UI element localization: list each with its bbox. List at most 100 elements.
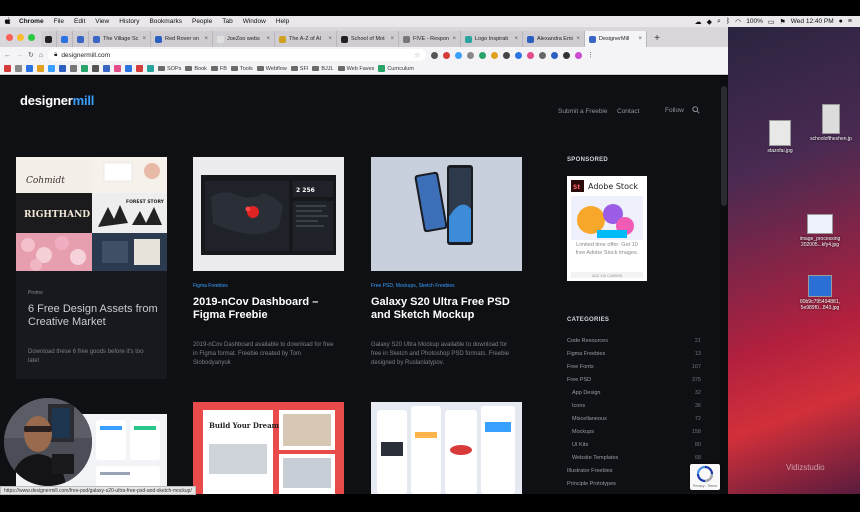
address-url[interactable]: designermill.com <box>61 52 110 59</box>
category-row[interactable]: Figma Freebies 13 <box>567 351 701 357</box>
tab-close-icon[interactable]: × <box>514 36 518 42</box>
site-logo[interactable]: designermill <box>20 93 94 108</box>
extension-icon[interactable] <box>443 51 451 59</box>
post-card-promo[interactable]: Cohmidt RIGHTHAND FOREST STORY Promo 6 F… <box>16 157 167 379</box>
post-thumbnail[interactable] <box>371 157 522 271</box>
tab-village[interactable]: The Village Sc × <box>89 31 151 47</box>
bookmark-icon[interactable] <box>92 65 99 72</box>
category-row[interactable]: Mockups 158 <box>572 429 701 435</box>
tab-alexandra[interactable]: Alexandra Emi × <box>523 31 585 47</box>
cloud-icon[interactable]: ☁ <box>695 18 702 26</box>
bookmark-icon[interactable] <box>48 65 55 72</box>
category-row[interactable]: App Design 32 <box>572 390 701 396</box>
minimize-window-button[interactable] <box>17 34 24 41</box>
category-row[interactable]: Icons 36 <box>572 403 701 409</box>
pinned-tab-3[interactable] <box>73 31 89 47</box>
back-icon[interactable]: ← <box>4 52 11 59</box>
bookmark-icon[interactable] <box>103 65 110 72</box>
desktop-file-stazofai[interactable]: stazofai.jpg <box>760 120 800 154</box>
category-label[interactable]: Principle Prototypes <box>567 481 616 487</box>
extension-icon[interactable] <box>563 51 571 59</box>
category-label[interactable]: App Design <box>572 390 600 396</box>
tab-close-icon[interactable]: × <box>204 36 208 42</box>
menu-file[interactable]: File <box>49 18 69 25</box>
bookmark-icon[interactable] <box>125 65 132 72</box>
bookmark-icon[interactable] <box>114 65 121 72</box>
category-row[interactable]: Code Resources 21 <box>567 338 701 344</box>
extension-icon[interactable] <box>431 51 439 59</box>
recaptcha-badge[interactable]: Privacy - Terms <box>690 464 720 490</box>
extension-icon[interactable] <box>551 51 559 59</box>
post-title[interactable]: 2019-nCov Dashboard – Figma Freebie <box>193 296 333 322</box>
menu-list-icon[interactable]: ≡ <box>848 18 852 25</box>
menu-history[interactable]: History <box>114 18 144 25</box>
post-title[interactable]: 6 Free Design Assets from Creative Marke… <box>28 303 160 329</box>
category-label[interactable]: Illustrator Freebies <box>567 468 613 474</box>
pinned-tab-1[interactable] <box>41 31 57 47</box>
post-thumbnail[interactable]: 2 256 <box>193 157 344 271</box>
bookmark-icon[interactable] <box>37 65 44 72</box>
menu-window[interactable]: Window <box>238 18 271 25</box>
category-label[interactable]: Miscellaneous <box>572 416 607 422</box>
search-status-icon[interactable]: ⌕ <box>717 18 721 26</box>
bookmark-icon[interactable] <box>59 65 66 72</box>
menu-bookmarks[interactable]: Bookmarks <box>144 18 187 25</box>
category-row[interactable]: Principle Prototypes <box>567 481 701 487</box>
category-label[interactable]: Icons <box>572 403 585 409</box>
tab-red-rover[interactable]: Red Rover on × <box>151 31 213 47</box>
apple-menu-icon[interactable] <box>0 16 14 27</box>
extension-icon[interactable] <box>467 51 475 59</box>
tab-logo-inspiration[interactable]: Logo Inspirati × <box>461 31 523 47</box>
desktop-file-schooloftheshen[interactable]: schooloftheshen.jp <box>804 104 858 142</box>
bookmark-icon[interactable] <box>136 65 143 72</box>
bookmark-folder-bjjl[interactable]: BJJL <box>312 66 334 72</box>
bookmark-folder-fb[interactable]: FB <box>210 66 227 72</box>
clock[interactable]: Wed 12:40 PM <box>791 18 834 25</box>
home-icon[interactable]: ⌂ <box>39 52 43 59</box>
tab-a-z[interactable]: The A-Z of Al × <box>275 31 337 47</box>
tab-joezoo[interactable]: JoeZoo webs × <box>213 31 275 47</box>
menu-view[interactable]: View <box>90 18 114 25</box>
desktop-file-image-processing[interactable]: image_processing 202005...kfy4.jpg <box>780 214 860 248</box>
category-row[interactable]: Miscellaneous 72 <box>572 416 701 422</box>
bookmark-folder-sfi[interactable]: SFI <box>290 66 308 72</box>
category-label[interactable]: Website Templates <box>572 455 618 461</box>
category-label[interactable]: Figma Freebies <box>567 351 605 357</box>
extension-icon[interactable] <box>527 51 535 59</box>
reload-icon[interactable]: ↻ <box>28 51 34 59</box>
file-label[interactable]: schooloftheshen.jp <box>804 136 858 142</box>
bluetooth-icon[interactable]: ᛒ <box>726 18 730 25</box>
bookmark-folder-webflow[interactable]: Webflow <box>256 66 287 72</box>
user-icon[interactable]: ● <box>839 18 843 25</box>
post-title[interactable]: Galaxy S20 Ultra Free PSD and Sketch Moc… <box>371 296 519 322</box>
battery-icon[interactable]: ▭ <box>768 18 775 26</box>
menu-people[interactable]: People <box>187 18 217 25</box>
category-row[interactable]: UI Kits 80 <box>572 442 701 448</box>
battery-percent[interactable]: 100% <box>746 18 763 25</box>
tab-close-icon[interactable]: × <box>452 36 456 42</box>
extension-icon[interactable] <box>515 51 523 59</box>
menu-chrome[interactable]: Chrome <box>14 18 49 25</box>
tab-close-icon[interactable]: × <box>142 36 146 42</box>
post-card-galaxy-s20[interactable]: Free PSD, Mockups, Sketch Freebies Galax… <box>371 157 522 379</box>
category-label[interactable]: Free Fonts <box>567 364 594 370</box>
address-bar[interactable]: 🔒︎ designermill.com ☆ <box>48 49 427 61</box>
dropbox-icon[interactable]: ◆ <box>707 18 712 26</box>
ad-footer[interactable]: ADS VIA CARBON <box>592 274 623 278</box>
tab-five[interactable]: FIVE - Respon × <box>399 31 461 47</box>
category-label[interactable]: UI Kits <box>572 442 588 448</box>
post-category[interactable]: Free PSD, Mockups, Sketch Freebies <box>371 283 455 289</box>
category-row[interactable]: Website Templates 68 <box>572 455 701 461</box>
tab-close-icon[interactable]: × <box>576 36 580 42</box>
close-window-button[interactable] <box>6 34 13 41</box>
bookmark-icon[interactable] <box>70 65 77 72</box>
post-category[interactable]: Figma Freebies <box>193 283 228 289</box>
bookmark-curriculum[interactable]: Curriculum <box>378 65 414 72</box>
tab-designermill[interactable]: DesignerMill × <box>585 31 647 47</box>
bookmark-icon[interactable] <box>81 65 88 72</box>
file-label[interactable]: stazofai.jpg <box>760 148 800 154</box>
bookmark-folder-book[interactable]: Book <box>185 66 207 72</box>
forward-icon[interactable]: → <box>16 52 23 59</box>
flag-icon[interactable]: ⚑ <box>780 18 786 26</box>
tab-close-icon[interactable]: × <box>390 36 394 42</box>
